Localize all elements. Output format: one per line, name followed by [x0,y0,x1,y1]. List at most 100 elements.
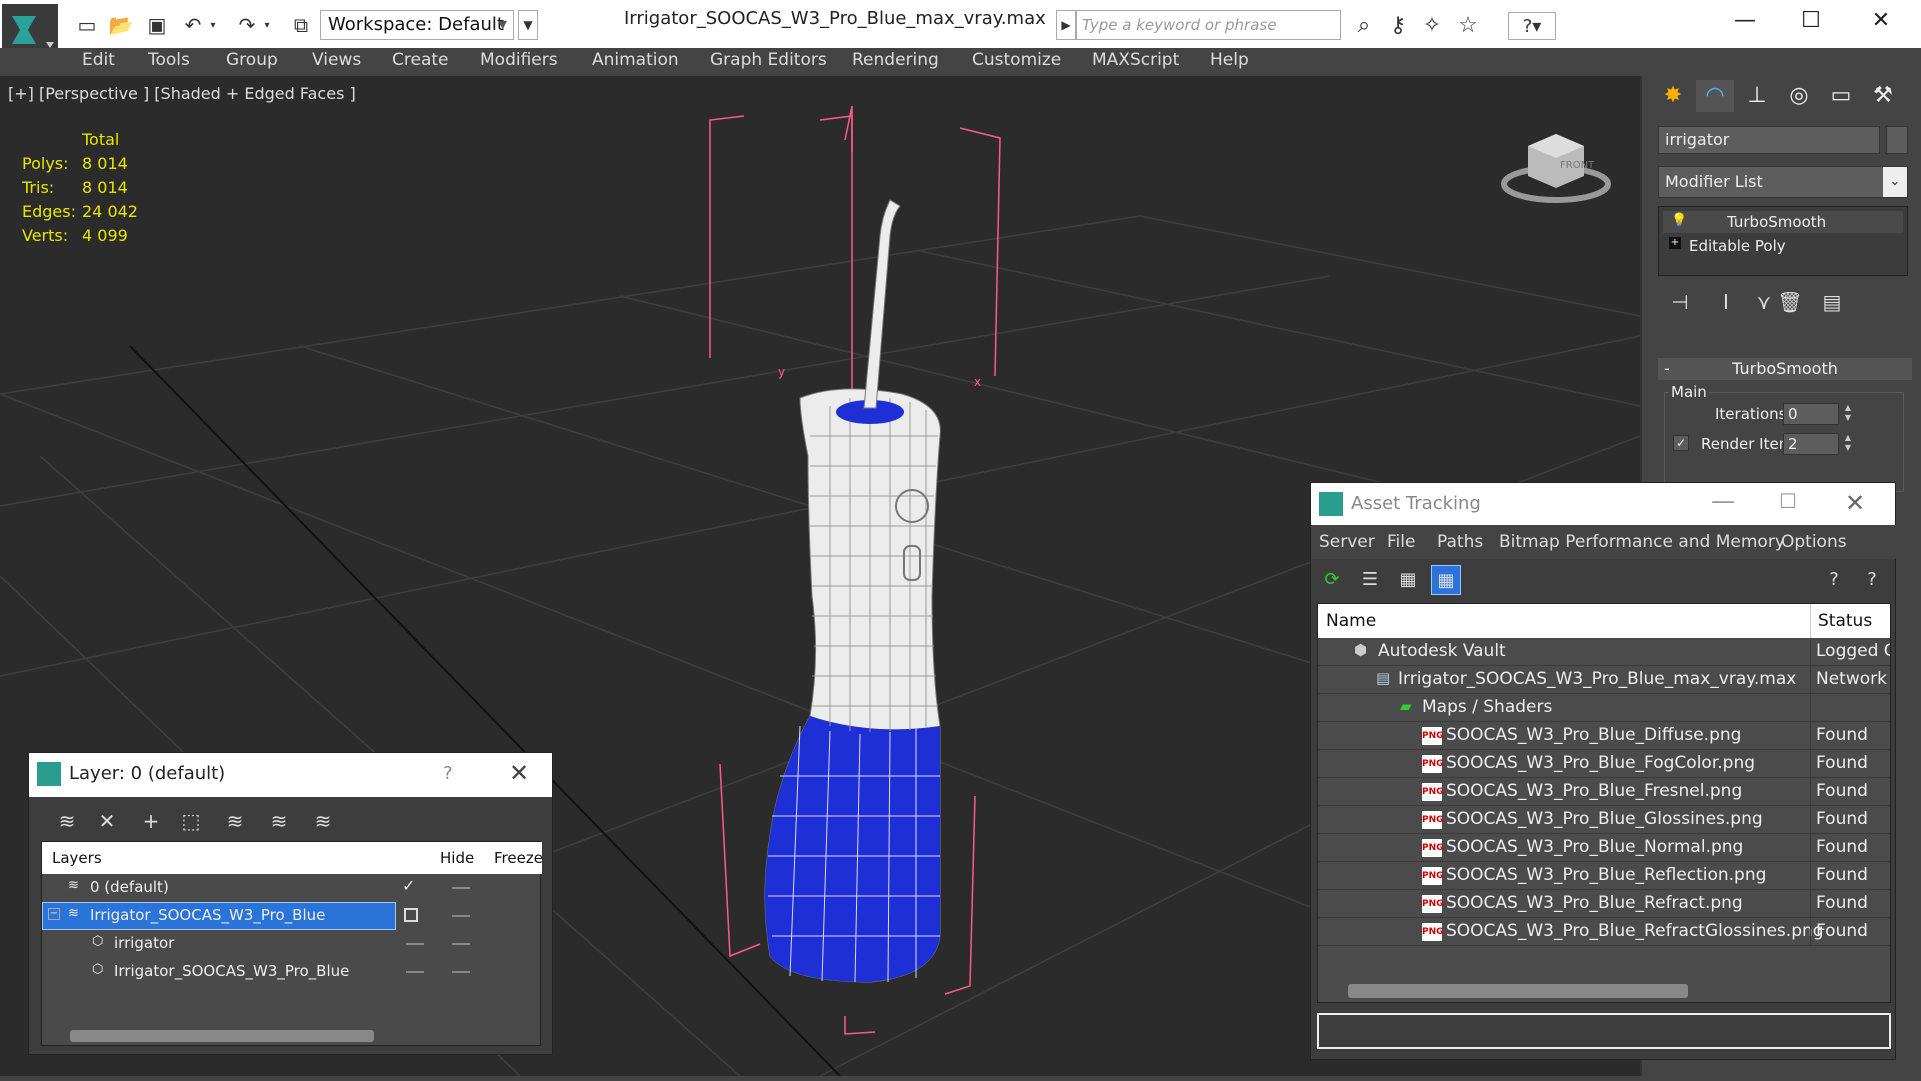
communication-icon[interactable]: ✧ [1418,12,1446,40]
hide-toggle[interactable] [406,971,424,973]
layer-row[interactable]: ⬡ irrigator [42,930,542,958]
hide-layers-icon[interactable]: ≋ [307,805,339,837]
remove-modifier-icon[interactable]: 🗑 [1776,288,1804,316]
maximize-icon[interactable]: ☐ [1786,6,1836,36]
menu-server[interactable]: Server [1319,532,1375,552]
show-end-result-icon[interactable]: I [1712,288,1740,316]
server-help-icon[interactable]: ? [1819,565,1849,595]
layer-stack-icon[interactable]: ≋ [51,805,83,837]
close-icon[interactable]: ✕ [509,759,529,787]
column-status[interactable]: Status [1818,611,1872,631]
redo-icon[interactable]: ↷ [232,11,262,39]
search-input[interactable]: Type a keyword or phrase [1076,10,1341,40]
expand-icon[interactable]: + [1669,237,1681,249]
motion-tab-icon[interactable]: ◎ [1780,80,1818,112]
menu-file[interactable]: File [1387,532,1415,552]
asset-row-maps-folder[interactable]: ▰ Maps / Shaders [1318,694,1890,722]
asset-row-map[interactable]: PNG SOOCAS_W3_Pro_Blue_Fresnel.png Found [1318,778,1890,806]
new-file-icon[interactable]: ▭ [72,11,102,39]
make-unique-icon[interactable]: ⋎ [1750,288,1778,316]
add-layer-icon[interactable]: + [135,805,167,837]
set-active-layer-icon[interactable] [404,908,418,922]
column-layers[interactable]: Layers [52,849,102,867]
lightbulb-icon[interactable]: 💡 [1671,213,1687,228]
favorites-star-icon[interactable]: ☆ [1454,12,1482,40]
column-name[interactable]: Name [1326,611,1376,631]
render-iters-checkbox[interactable]: ✓ [1673,435,1689,451]
list-view-icon[interactable]: ☰ [1355,565,1385,595]
redo-dropdown-icon[interactable]: ▾ [260,11,274,39]
project-folder-icon[interactable]: ⧉ [286,11,316,39]
create-tab-icon[interactable]: ✸ [1654,80,1692,112]
menu-edit[interactable]: Edit [82,50,115,70]
asset-status-field[interactable] [1317,1013,1891,1049]
save-file-icon[interactable]: ▣ [142,11,172,39]
column-divider[interactable] [1810,604,1811,638]
collapse-icon[interactable]: − [48,908,60,920]
minimize-icon[interactable]: — [1711,487,1735,515]
modify-tab-icon[interactable]: ◠ [1696,80,1734,112]
freeze-toggle[interactable] [452,887,470,889]
rollout-title[interactable]: - TurboSmooth [1658,358,1912,380]
workspace-dropdown[interactable]: Workspace: Default ▼ [320,10,514,40]
active-layer-checkmark-icon[interactable]: ✓ [402,876,415,895]
menu-rendering[interactable]: Rendering [852,50,939,70]
object-color-swatch[interactable] [1886,126,1908,154]
delete-layer-icon[interactable]: ✕ [91,805,123,837]
refresh-icon[interactable]: ⟳ [1317,565,1347,595]
menu-help[interactable]: Help [1210,50,1249,70]
spinner-arrows-icon[interactable]: ▲ ▼ [1841,433,1855,455]
stack-item-editable-poly[interactable]: + Editable Poly [1663,235,1903,257]
utilities-tab-icon[interactable]: ⚒ [1864,80,1902,112]
undo-icon[interactable]: ↶ [178,11,208,39]
hide-toggle[interactable] [406,943,424,945]
select-layer-icon[interactable]: ≋ [219,805,251,837]
column-hide[interactable]: Hide [440,849,474,867]
menu-graph-editors[interactable]: Graph Editors [710,50,827,70]
select-objects-icon[interactable]: ⬚ [175,805,207,837]
object-name-field[interactable]: irrigator [1658,126,1880,154]
layer-row[interactable]: ⬡ Irrigator_SOOCAS_W3_Pro_Blue [42,958,542,986]
key-icon[interactable]: ⚷ [1384,12,1412,40]
binoculars-icon[interactable]: ⌕ [1350,12,1378,40]
stack-item-turbosmooth[interactable]: 💡 TurboSmooth [1663,211,1903,233]
menu-paths[interactable]: Paths [1437,532,1483,552]
hierarchy-tab-icon[interactable]: ⊥ [1738,80,1776,112]
close-icon[interactable]: ✕ [1845,489,1865,517]
menu-modifiers[interactable]: Modifiers [480,50,558,70]
menu-create[interactable]: Create [392,50,449,70]
table-view-icon[interactable]: ▦ [1431,565,1461,595]
undo-dropdown-icon[interactable]: ▾ [206,11,220,39]
menu-bitmap-performance[interactable]: Bitmap Performance and Memory [1499,532,1785,552]
asset-row-map[interactable]: PNG SOOCAS_W3_Pro_Blue_Refract.png Found [1318,890,1890,918]
render-iters-spinner[interactable]: 2 [1783,433,1839,455]
asset-row-map[interactable]: PNG SOOCAS_W3_Pro_Blue_Glossines.png Fou… [1318,806,1890,834]
layer-row[interactable]: ≋ 0 (default) ✓ [42,874,542,902]
iterations-spinner[interactable]: 0 [1783,403,1839,425]
menu-maxscript[interactable]: MAXScript [1092,50,1179,70]
menu-options[interactable]: Options [1781,532,1847,552]
column-freeze[interactable]: Freeze [494,849,543,867]
maximize-icon[interactable]: ☐ [1779,489,1797,513]
viewport-label[interactable]: [+] [Perspective ] [Shaded + Edged Faces… [8,84,356,103]
help-icon[interactable]: ?▾ [1508,12,1556,40]
asset-row-map[interactable]: PNG SOOCAS_W3_Pro_Blue_Normal.png Found [1318,834,1890,862]
asset-row-vault[interactable]: ⬢ Autodesk Vault Logged O [1318,638,1890,666]
open-file-icon[interactable]: 📂 [106,11,136,39]
pin-stack-icon[interactable]: ⊣ [1666,288,1694,316]
search-expand-icon[interactable]: ▶ [1056,10,1076,40]
minimize-icon[interactable]: — [1720,6,1770,36]
help-icon[interactable]: ? [443,763,453,784]
configure-modifier-sets-icon[interactable]: ▤ [1818,288,1846,316]
freeze-toggle[interactable] [452,915,470,917]
horizontal-scrollbar[interactable] [1348,984,1688,998]
freeze-toggle[interactable] [452,943,470,945]
workspace-menu-button[interactable]: ▼ [518,10,538,40]
spinner-arrows-icon[interactable]: ▲ ▼ [1841,403,1855,425]
asset-row-map[interactable]: PNG SOOCAS_W3_Pro_Blue_FogColor.png Foun… [1318,750,1890,778]
highlight-layer-icon[interactable]: ≋ [263,805,295,837]
modifier-list-dropdown[interactable]: Modifier List ⌄ [1658,166,1908,198]
menu-animation[interactable]: Animation [592,50,679,70]
freeze-toggle[interactable] [452,971,470,973]
menu-tools[interactable]: Tools [148,50,190,70]
